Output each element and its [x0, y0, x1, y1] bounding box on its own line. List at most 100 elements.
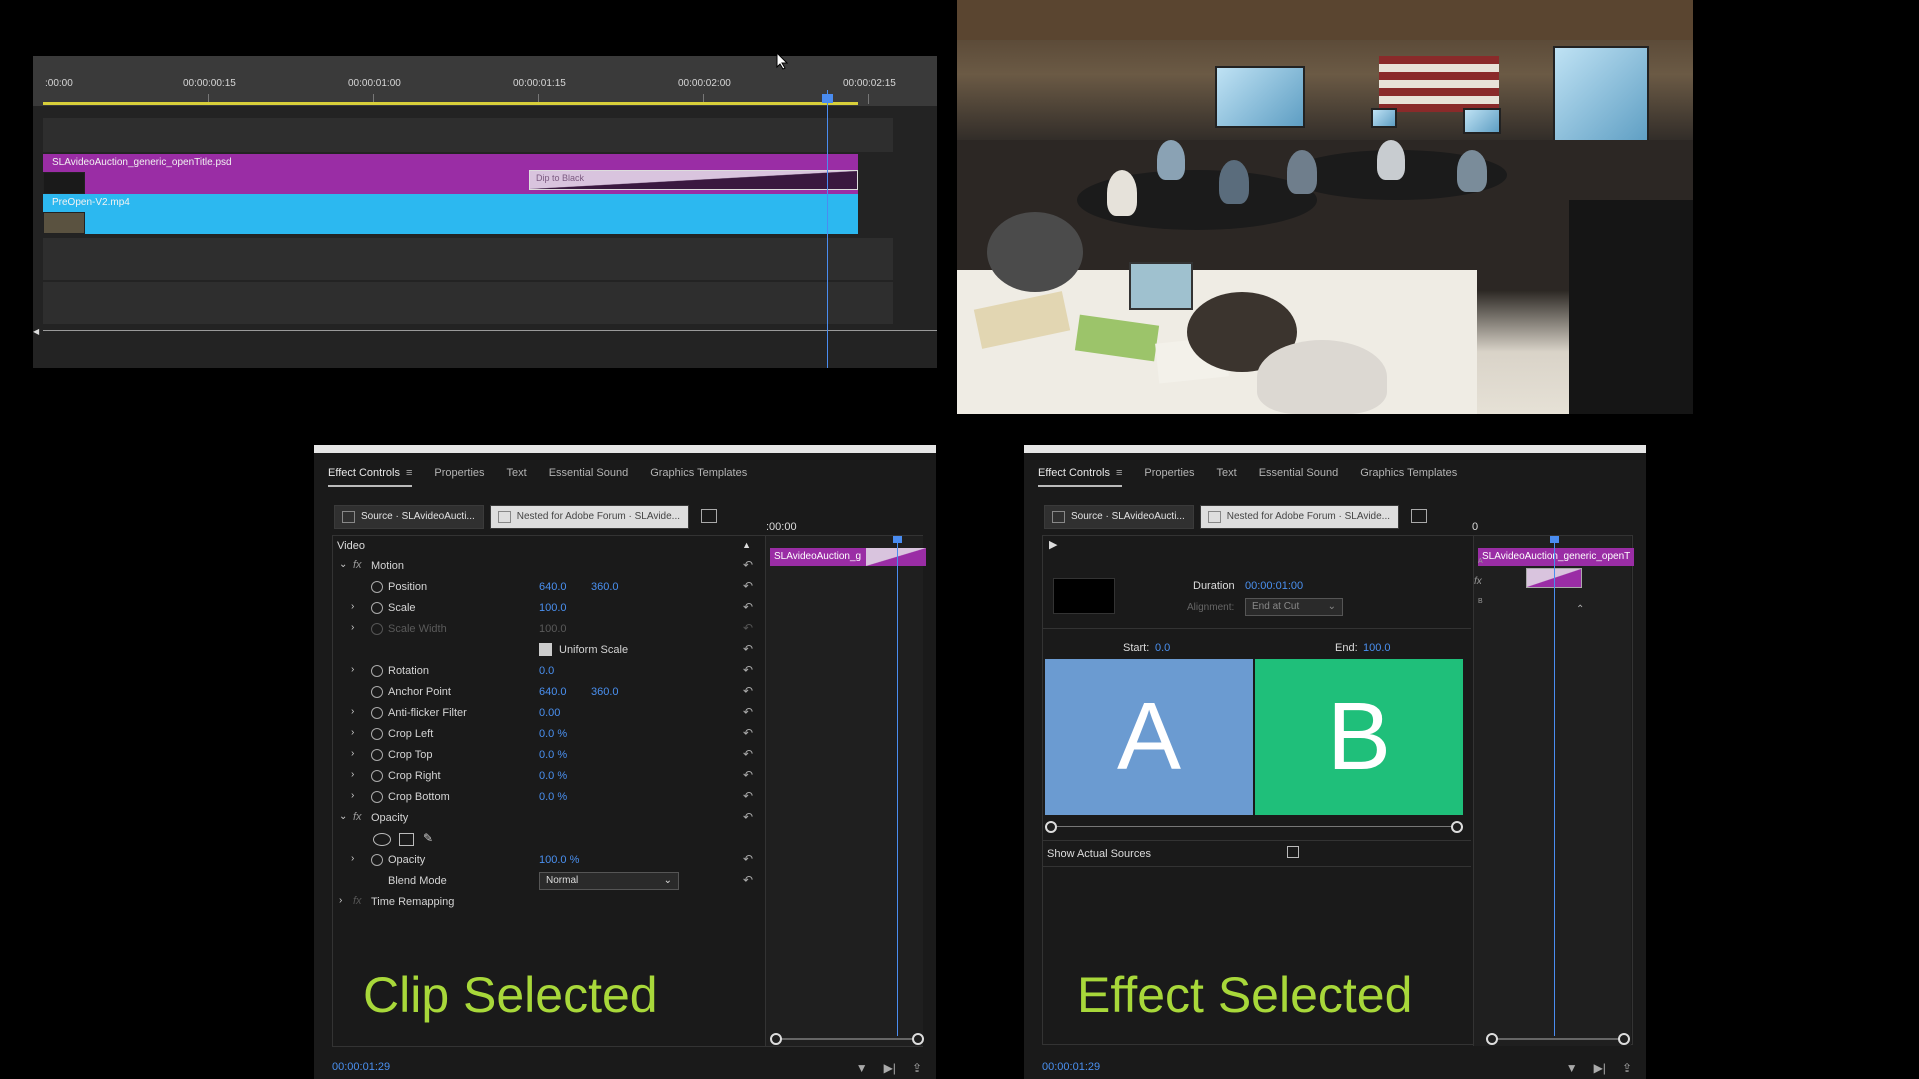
- reset-icon[interactable]: ↶: [743, 726, 753, 740]
- time-ruler[interactable]: :00:00 00:00:00:15 00:00:01:00 00:00:01:…: [33, 56, 937, 106]
- filter-icon[interactable]: ▼: [856, 1061, 868, 1075]
- sequence-tab[interactable]: Nested for Adobe Forum · SLAvide...: [489, 505, 689, 529]
- end-value[interactable]: 100.0: [1363, 642, 1391, 654]
- reset-icon[interactable]: ↶: [743, 642, 753, 656]
- mini-scrollbar[interactable]: [770, 1033, 924, 1045]
- sequence-timeline[interactable]: :00:00 00:00:00:15 00:00:01:00 00:00:01:…: [33, 56, 937, 368]
- param-rotation[interactable]: › Rotation 0.0 ↶: [333, 661, 761, 681]
- reset-icon[interactable]: ↶: [743, 600, 753, 614]
- start-end-slider[interactable]: [1045, 821, 1463, 833]
- scroll-knob[interactable]: [770, 1033, 782, 1045]
- fx-icon[interactable]: fx: [353, 811, 362, 823]
- scroll-left-icon[interactable]: ◀: [33, 327, 39, 336]
- effect-mini-timeline[interactable]: SLAvideoAuction_generic_openT A fx B ⌃: [1473, 536, 1634, 1046]
- video-clip[interactable]: PreOpen-V2.mp4: [43, 194, 858, 234]
- mini-playhead[interactable]: [1554, 536, 1555, 1036]
- playhead[interactable]: [827, 90, 828, 368]
- param-uniform-scale[interactable]: Uniform Scale ↶: [333, 640, 761, 660]
- blend-mode-select[interactable]: Normal ⌄: [539, 872, 679, 890]
- tab-effect-controls[interactable]: Effect Controls ≡: [328, 467, 413, 487]
- position-y-value[interactable]: 360.0: [591, 581, 619, 593]
- dip-to-black-transition[interactable]: Dip to Black: [529, 170, 858, 190]
- export-icon[interactable]: ⇪: [1622, 1061, 1632, 1075]
- tab-properties[interactable]: Properties: [1144, 467, 1194, 487]
- param-scale[interactable]: › Scale 100.0 ↶: [333, 598, 761, 618]
- reset-icon[interactable]: ↶: [743, 747, 753, 761]
- mini-playhead-handle[interactable]: [1550, 536, 1559, 543]
- scroll-knob[interactable]: [1618, 1033, 1630, 1045]
- panel-menu-icon[interactable]: ≡: [406, 467, 412, 479]
- pen-mask-icon[interactable]: ✎: [423, 831, 433, 845]
- stopwatch-icon[interactable]: [371, 581, 383, 593]
- play-audio-icon[interactable]: ▶|: [884, 1061, 896, 1075]
- reset-icon[interactable]: ↶: [743, 852, 753, 866]
- rectangle-mask-icon[interactable]: [399, 833, 414, 846]
- chevron-down-icon[interactable]: ⌄: [339, 811, 347, 822]
- chevron-right-icon[interactable]: ›: [351, 727, 354, 738]
- panel-menu-icon[interactable]: ≡: [1116, 467, 1122, 479]
- param-anti-flicker[interactable]: › Anti-flicker Filter 0.00 ↶: [333, 703, 761, 723]
- export-icon[interactable]: ⇪: [912, 1061, 922, 1075]
- show-actual-sources-checkbox[interactable]: [1287, 846, 1299, 858]
- reset-icon[interactable]: ↶: [743, 705, 753, 719]
- work-area-bar[interactable]: [43, 102, 858, 105]
- chevron-up-icon[interactable]: ⌃: [1576, 604, 1584, 615]
- time-remapping-effect[interactable]: › fx Time Remapping: [333, 892, 761, 912]
- tab-effect-controls[interactable]: Effect Controls ≡: [1038, 467, 1123, 487]
- motion-effect[interactable]: ⌄ fx Motion ↶: [333, 556, 761, 576]
- tab-properties[interactable]: Properties: [434, 467, 484, 487]
- play-audio-icon[interactable]: ▶|: [1594, 1061, 1606, 1075]
- chevron-right-icon[interactable]: ›: [351, 664, 354, 675]
- stopwatch-icon[interactable]: [371, 791, 383, 803]
- start-value[interactable]: 0.0: [1155, 642, 1170, 654]
- reset-icon[interactable]: ↶: [743, 873, 753, 887]
- opacity-effect[interactable]: ⌄ fx Opacity ↶: [333, 808, 761, 828]
- fx-icon[interactable]: fx: [353, 895, 362, 907]
- fx-icon[interactable]: fx: [1474, 576, 1482, 587]
- alignment-select[interactable]: End at Cut ⌄: [1245, 598, 1343, 616]
- stopwatch-icon[interactable]: [371, 707, 383, 719]
- reset-icon[interactable]: ↶: [743, 789, 753, 803]
- mini-scrollbar[interactable]: [1486, 1033, 1630, 1045]
- tab-text[interactable]: Text: [507, 467, 527, 487]
- param-anchor-point[interactable]: Anchor Point 640.0 360.0 ↶: [333, 682, 761, 702]
- current-timecode[interactable]: 00:00:01:29: [332, 1061, 390, 1073]
- reset-icon[interactable]: ↶: [743, 558, 753, 572]
- param-opacity[interactable]: › Opacity 100.0 % ↶: [333, 850, 761, 870]
- reset-icon[interactable]: ↶: [743, 579, 753, 593]
- mini-clip-bar[interactable]: SLAvideoAuction_generic_openT: [1478, 548, 1634, 566]
- position-x-value[interactable]: 640.0: [539, 581, 567, 593]
- stopwatch-icon[interactable]: [371, 749, 383, 761]
- current-timecode[interactable]: 00:00:01:29: [1042, 1061, 1100, 1073]
- chevron-down-icon[interactable]: ⌄: [339, 559, 347, 570]
- end-slider-knob[interactable]: [1451, 821, 1463, 833]
- toggle-timeline-icon[interactable]: [701, 509, 717, 523]
- chevron-right-icon[interactable]: ›: [351, 790, 354, 801]
- reset-icon[interactable]: ↶: [743, 684, 753, 698]
- stopwatch-icon[interactable]: [371, 686, 383, 698]
- tab-essential-sound[interactable]: Essential Sound: [1259, 467, 1339, 487]
- chevron-right-icon[interactable]: ›: [351, 601, 354, 612]
- param-crop-top[interactable]: › Crop Top 0.0 % ↶: [333, 745, 761, 765]
- tab-essential-sound[interactable]: Essential Sound: [549, 467, 629, 487]
- duration-value[interactable]: 00:00:01:00: [1245, 580, 1303, 592]
- stopwatch-icon[interactable]: [371, 854, 383, 866]
- chevron-right-icon[interactable]: ›: [351, 706, 354, 717]
- source-dropdown[interactable]: Source · SLAvideoAucti...: [334, 505, 484, 529]
- tab-text[interactable]: Text: [1217, 467, 1237, 487]
- sequence-tab[interactable]: Nested for Adobe Forum · SLAvide...: [1199, 505, 1399, 529]
- fx-icon[interactable]: fx: [353, 559, 362, 571]
- stopwatch-icon[interactable]: [371, 728, 383, 740]
- param-crop-bottom[interactable]: › Crop Bottom 0.0 % ↶: [333, 787, 761, 807]
- tab-graphics-templates[interactable]: Graphics Templates: [1360, 467, 1457, 487]
- scale-value[interactable]: 100.0: [539, 602, 567, 614]
- stopwatch-icon[interactable]: [371, 770, 383, 782]
- uniform-scale-checkbox[interactable]: [539, 643, 552, 656]
- param-blend-mode[interactable]: Blend Mode Normal ⌄ ↶: [333, 871, 761, 891]
- mini-transition[interactable]: [866, 548, 926, 566]
- mini-playhead-handle[interactable]: [893, 536, 902, 543]
- filter-icon[interactable]: ▼: [1566, 1061, 1578, 1075]
- reset-icon[interactable]: ↶: [743, 810, 753, 824]
- mini-playhead[interactable]: [897, 536, 898, 1036]
- source-dropdown[interactable]: Source · SLAvideoAucti...: [1044, 505, 1194, 529]
